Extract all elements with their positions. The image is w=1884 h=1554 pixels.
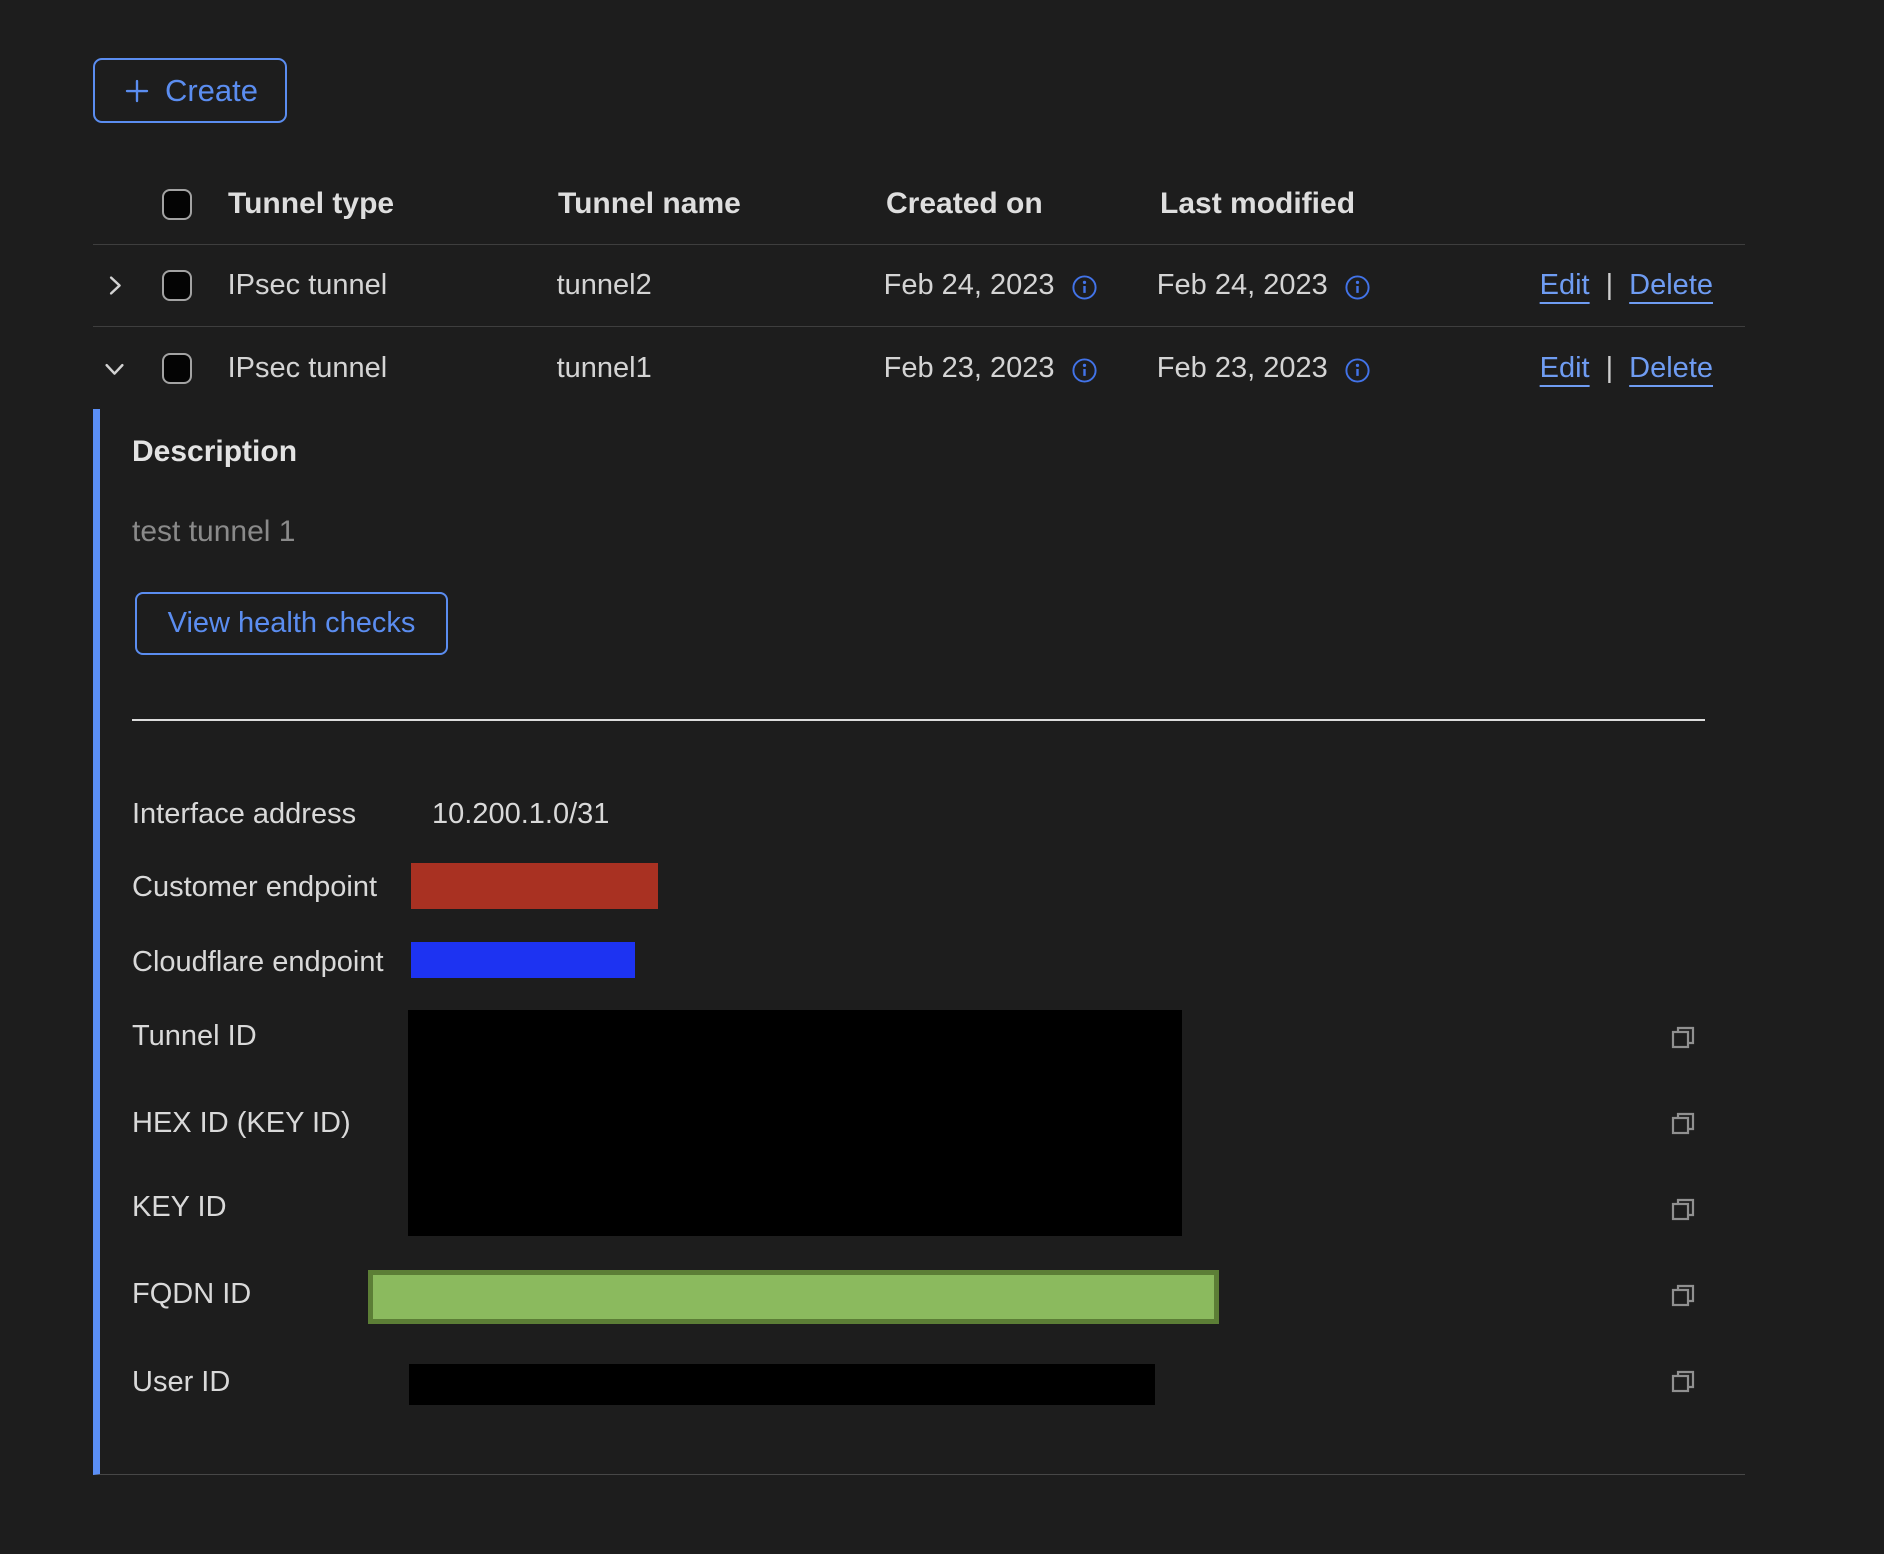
created-on-value: Feb 23, 2023 [884,352,1055,385]
edit-link[interactable]: Edit [1540,352,1590,385]
interface-address-value: 10.200.1.0/31 [432,798,609,831]
column-header-tunnel-name: Tunnel name [558,187,886,221]
created-on-cell: Feb 24, 2023 [884,269,1157,302]
table-row-tunnel1: IPsec tunnel tunnel1 Feb 23, 2023 Feb 23… [93,327,1745,409]
description-text: test tunnel 1 [132,515,295,549]
tunnels-page: Create Tunnel type Tunnel name Created o… [0,0,1884,1554]
tunnel-type-value: IPsec tunnel [228,269,557,302]
copy-icon-fqdn-id[interactable] [1669,1281,1697,1309]
last-modified-value: Feb 23, 2023 [1157,352,1328,385]
fqdn-id-redacted-value [368,1270,1219,1324]
fqdn-id-label: FQDN ID [132,1278,251,1311]
created-on-value: Feb 24, 2023 [884,269,1055,302]
user-id-label: User ID [132,1366,230,1399]
tunnels-table: Tunnel type Tunnel name Created on Last … [93,164,1745,1475]
last-modified-cell: Feb 24, 2023 [1157,269,1540,302]
column-header-last-modified: Last modified [1160,187,1544,221]
expander-cell [93,355,162,382]
expander-cell [93,272,162,299]
last-modified-cell: Feb 23, 2023 [1157,352,1540,385]
info-icon[interactable] [1344,274,1371,301]
plus-icon [122,76,152,106]
description-heading: Description [132,435,297,469]
info-icon[interactable] [1344,357,1371,384]
tunnel-name-value: tunnel2 [557,269,884,302]
view-health-checks-button[interactable]: View health checks [135,592,448,655]
copy-icon-key-id[interactable] [1669,1195,1697,1223]
delete-link[interactable]: Delete [1629,352,1713,385]
created-on-cell: Feb 23, 2023 [884,352,1157,385]
ids-redacted-value-block [408,1010,1182,1236]
tunnel-type-value: IPsec tunnel [228,352,557,385]
actions-separator: | [1606,269,1614,302]
column-header-tunnel-type: Tunnel type [228,187,558,221]
edit-link[interactable]: Edit [1540,269,1590,302]
table-header-row: Tunnel type Tunnel name Created on Last … [93,164,1745,245]
row-checkbox-cell [162,270,228,301]
info-icon[interactable] [1071,357,1098,384]
create-button[interactable]: Create [93,58,287,123]
tunnel-name-value: tunnel1 [557,352,884,385]
column-header-created-on: Created on [886,187,1160,221]
cloudflare-endpoint-redacted-value [411,942,635,978]
tunnel-id-label: Tunnel ID [132,1020,257,1053]
chevron-down-icon[interactable] [101,355,128,382]
panel-divider [132,719,1705,721]
user-id-redacted-value [409,1364,1155,1405]
copy-icon-tunnel-id[interactable] [1669,1023,1697,1051]
table-row-tunnel2: IPsec tunnel tunnel2 Feb 24, 2023 Feb 24… [93,245,1745,327]
copy-icon-hex-id[interactable] [1669,1109,1697,1137]
row-checkbox[interactable] [162,270,192,301]
hex-id-label: HEX ID (KEY ID) [132,1107,351,1140]
info-icon[interactable] [1071,274,1098,301]
select-all-checkbox[interactable] [162,189,192,220]
row-actions-cell: Edit | Delete [1540,352,1745,385]
last-modified-value: Feb 24, 2023 [1157,269,1328,302]
row-checkbox-cell [162,353,228,384]
customer-endpoint-redacted-value [411,863,658,909]
row-actions-cell: Edit | Delete [1540,269,1745,302]
actions-separator: | [1606,352,1614,385]
select-all-cell [162,189,228,220]
create-button-label: Create [165,73,258,109]
copy-icon-user-id[interactable] [1669,1367,1697,1395]
customer-endpoint-label: Customer endpoint [132,871,377,904]
row-checkbox[interactable] [162,353,192,384]
tunnel-detail-panel: Description test tunnel 1 View health ch… [93,409,1745,1475]
key-id-label: KEY ID [132,1191,227,1224]
cloudflare-endpoint-label: Cloudflare endpoint [132,946,384,979]
chevron-right-icon[interactable] [101,272,128,299]
interface-address-label: Interface address [132,798,356,831]
delete-link[interactable]: Delete [1629,269,1713,302]
